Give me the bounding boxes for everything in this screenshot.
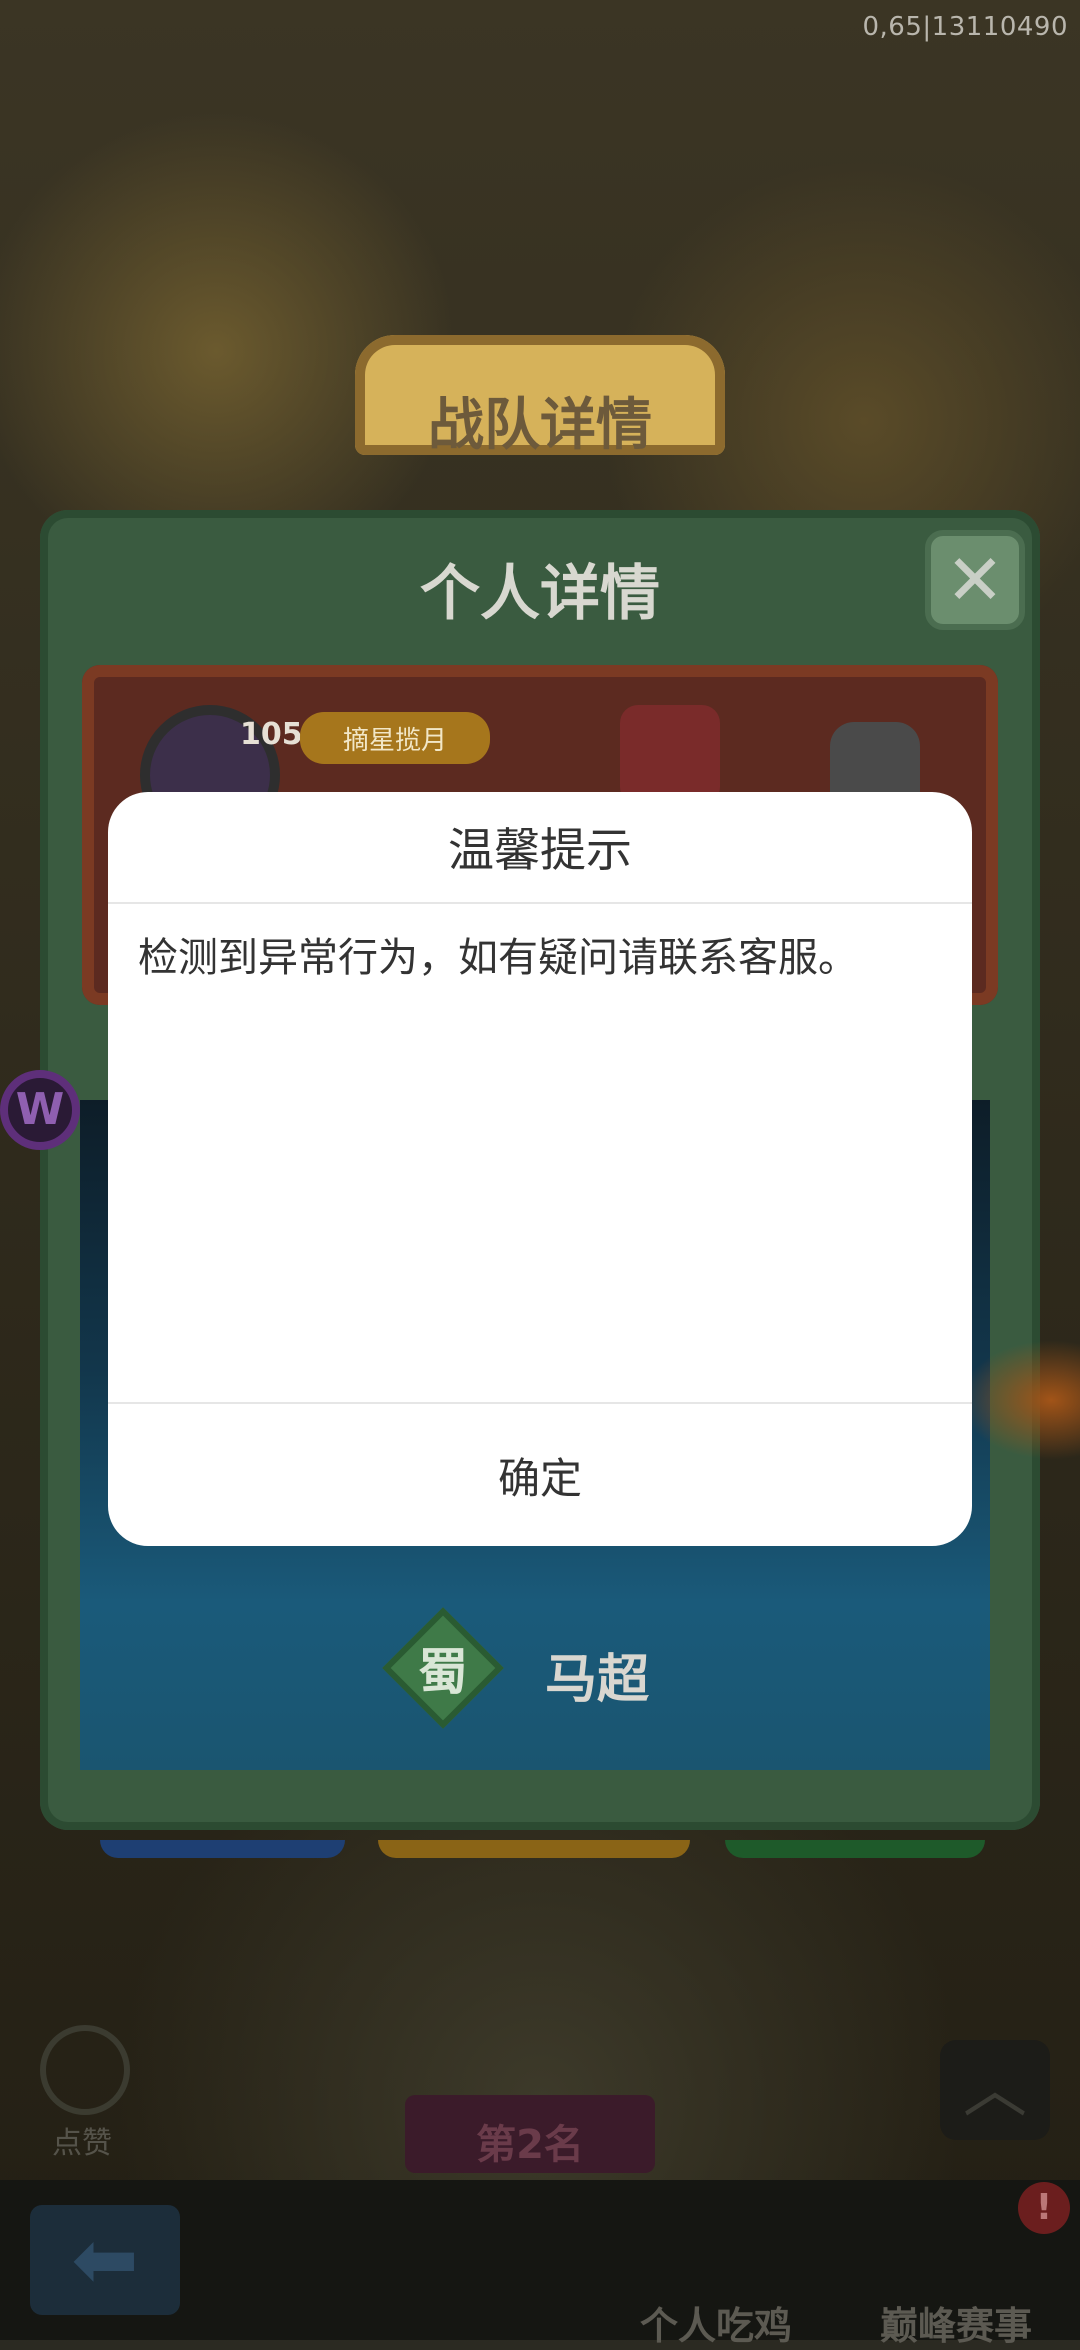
panel-button-green[interactable]: [725, 1840, 985, 1858]
like-button[interactable]: [40, 2025, 130, 2115]
panel-button-blue[interactable]: [100, 1840, 345, 1858]
player-level: 105: [240, 717, 303, 752]
nav-personal-chicken[interactable]: 个人吃鸡: [640, 2295, 792, 2350]
kingdom-label: 蜀: [418, 1643, 468, 1701]
title-badge: 摘星揽月: [300, 712, 490, 764]
personal-panel-title: 个人详情: [420, 559, 660, 629]
effect-streak: [960, 1340, 1080, 1460]
dialog-message: 检测到异常行为，如有疑问请联系客服。: [138, 935, 858, 981]
close-button[interactable]: ✕: [925, 530, 1025, 630]
close-icon: ✕: [945, 539, 1005, 621]
dialog-title: 温馨提示: [108, 792, 972, 904]
scroll-up-button[interactable]: ︿: [940, 2040, 1050, 2140]
panel-button-orange[interactable]: [378, 1840, 690, 1858]
hero-name: 马超: [545, 1650, 650, 1710]
chevron-up-icon: ︿: [963, 2053, 1027, 2127]
alert-dialog: 温馨提示 检测到异常行为，如有疑问请联系客服。 确定: [108, 792, 972, 1546]
notification-badge: !: [1018, 2182, 1070, 2234]
rank-label: 第2名: [476, 2122, 584, 2168]
floating-assistant-icon[interactable]: W: [0, 1070, 80, 1150]
crown-icon: [620, 705, 720, 805]
nav-peak-events[interactable]: 巅峰赛事: [880, 2295, 1032, 2350]
back-button[interactable]: ⬅: [30, 2205, 180, 2315]
arrow-left-icon: ⬅: [71, 2213, 139, 2306]
like-label: 点赞: [52, 2126, 112, 2161]
confirm-button[interactable]: 确定: [108, 1404, 972, 1546]
team-panel-title: 战队详情: [428, 393, 652, 458]
debug-overlay: 0,65|13110490: [862, 12, 1068, 42]
